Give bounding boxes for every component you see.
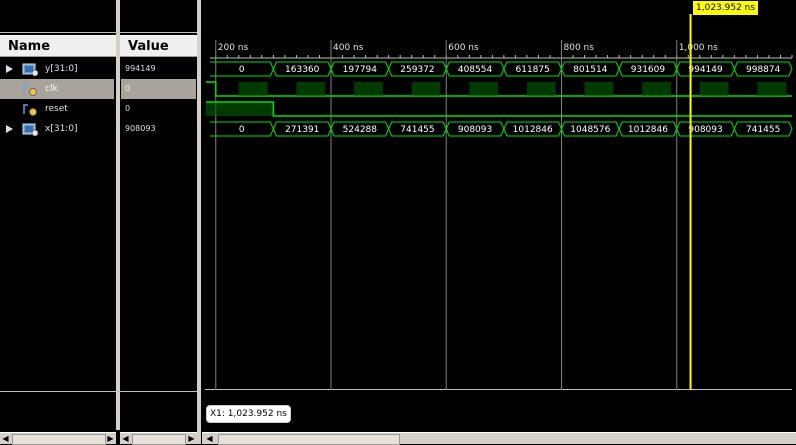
clk-high-fill: [296, 82, 326, 96]
scroll-left-icon[interactable]: ◀: [204, 433, 215, 444]
x-bus-value: 1012846: [628, 125, 668, 135]
bus-signal-icon: [22, 63, 39, 76]
y-bus-value: 163360: [285, 65, 320, 75]
signal-row-x[interactable]: x[31:0]: [0, 119, 114, 139]
x-bus-value: 1048576: [570, 125, 610, 135]
y-bus-value: 259372: [400, 65, 434, 75]
x-bus-value: 908093: [458, 125, 492, 135]
y-bus-value: 0: [239, 65, 245, 75]
scroll-track-empty[interactable]: [402, 434, 782, 443]
ruler-label: 600 ns: [448, 43, 479, 53]
header-divider: [0, 32, 197, 33]
name-column-header[interactable]: Name: [0, 35, 116, 57]
signal-row-y[interactable]: y[31:0]: [0, 59, 114, 79]
value-header-label: Value: [128, 39, 169, 54]
ruler-label: 400 ns: [333, 43, 364, 53]
scroll-thumb[interactable]: [218, 434, 400, 445]
scroll-thumb[interactable]: [132, 434, 186, 445]
y-bus-value: 931609: [631, 65, 666, 75]
waveform-viewer[interactable]: 200 ns 400 ns 600 ns 800 ns 1,000 ns 0 163360 1…: [201, 0, 796, 430]
y-bus-value: 197794: [343, 65, 378, 75]
bit-signal-icon: [23, 104, 37, 116]
clk-high-fill: [584, 82, 614, 96]
clk-high-fill: [699, 82, 729, 96]
y-bus-value: 611875: [516, 65, 550, 75]
signal-name: y[31:0]: [45, 64, 78, 74]
x-bus-value: 0: [239, 125, 245, 135]
footer-divider: [0, 391, 197, 392]
ruler-label: 800 ns: [564, 43, 595, 53]
reset-waveform: [206, 101, 792, 117]
y-bus-value: 998874: [746, 65, 781, 75]
name-panel: Name y[31:0] clk reset x[31:0]: [0, 0, 116, 430]
x-bus-value: 908093: [688, 125, 722, 135]
bit-signal-icon: [23, 84, 37, 96]
signal-value: 0: [125, 104, 131, 113]
x-bus-value: 524288: [343, 125, 378, 135]
scroll-right-icon[interactable]: ▶: [105, 433, 116, 444]
x-bus-value: 741455: [746, 125, 780, 135]
signal-row-reset[interactable]: reset: [0, 99, 114, 119]
clk-high-fill: [354, 82, 383, 96]
clk-high-fill: [469, 82, 499, 96]
bus-signal-icon: [22, 123, 39, 136]
ruler-label: 200 ns: [218, 43, 249, 53]
y-bus-value: 994149: [688, 65, 723, 75]
clk-high-fill: [411, 82, 441, 96]
x-bus-value: 1012846: [513, 125, 553, 135]
signal-value: 0: [121, 79, 196, 99]
expand-arrow-icon[interactable]: [6, 125, 13, 133]
x-bus-value: 741455: [400, 125, 434, 135]
cursor-time-label[interactable]: 1,023.952 ns: [693, 1, 759, 15]
scroll-thumb[interactable]: [12, 434, 106, 445]
name-scrollbar[interactable]: ◀ ▶: [0, 432, 116, 445]
expand-arrow-icon[interactable]: [6, 65, 13, 73]
value-scrollbar[interactable]: ◀ ▶: [120, 432, 197, 445]
ruler-label: 1,000 ns: [679, 43, 718, 53]
signal-value: 908093: [125, 124, 156, 133]
signal-name: x[31:0]: [45, 124, 78, 134]
cursor-readout: X1: 1,023.952 ns: [206, 405, 291, 423]
scroll-left-icon[interactable]: ◀: [120, 433, 131, 444]
clk-high-fill: [526, 82, 556, 96]
y-bus-value: 801514: [573, 65, 608, 75]
clk-high-fill: [642, 82, 671, 96]
y-bus-value: 408554: [458, 65, 493, 75]
signal-name: clk: [45, 84, 58, 94]
signal-name: reset: [45, 104, 68, 114]
scroll-right-icon[interactable]: ▶: [186, 433, 197, 444]
value-column-header[interactable]: Value: [120, 35, 197, 57]
x-bus-value: 271391: [285, 125, 319, 135]
name-header-label: Name: [8, 39, 51, 54]
wave-scrollbar[interactable]: ◀: [202, 432, 796, 445]
scroll-left-icon[interactable]: ◀: [0, 433, 11, 444]
clk-high-fill: [757, 82, 787, 96]
reset-high-fill: [206, 102, 274, 116]
signal-value: 994149: [125, 64, 156, 73]
clk-high-fill: [238, 82, 268, 96]
signal-row-clk[interactable]: clk: [0, 79, 114, 99]
